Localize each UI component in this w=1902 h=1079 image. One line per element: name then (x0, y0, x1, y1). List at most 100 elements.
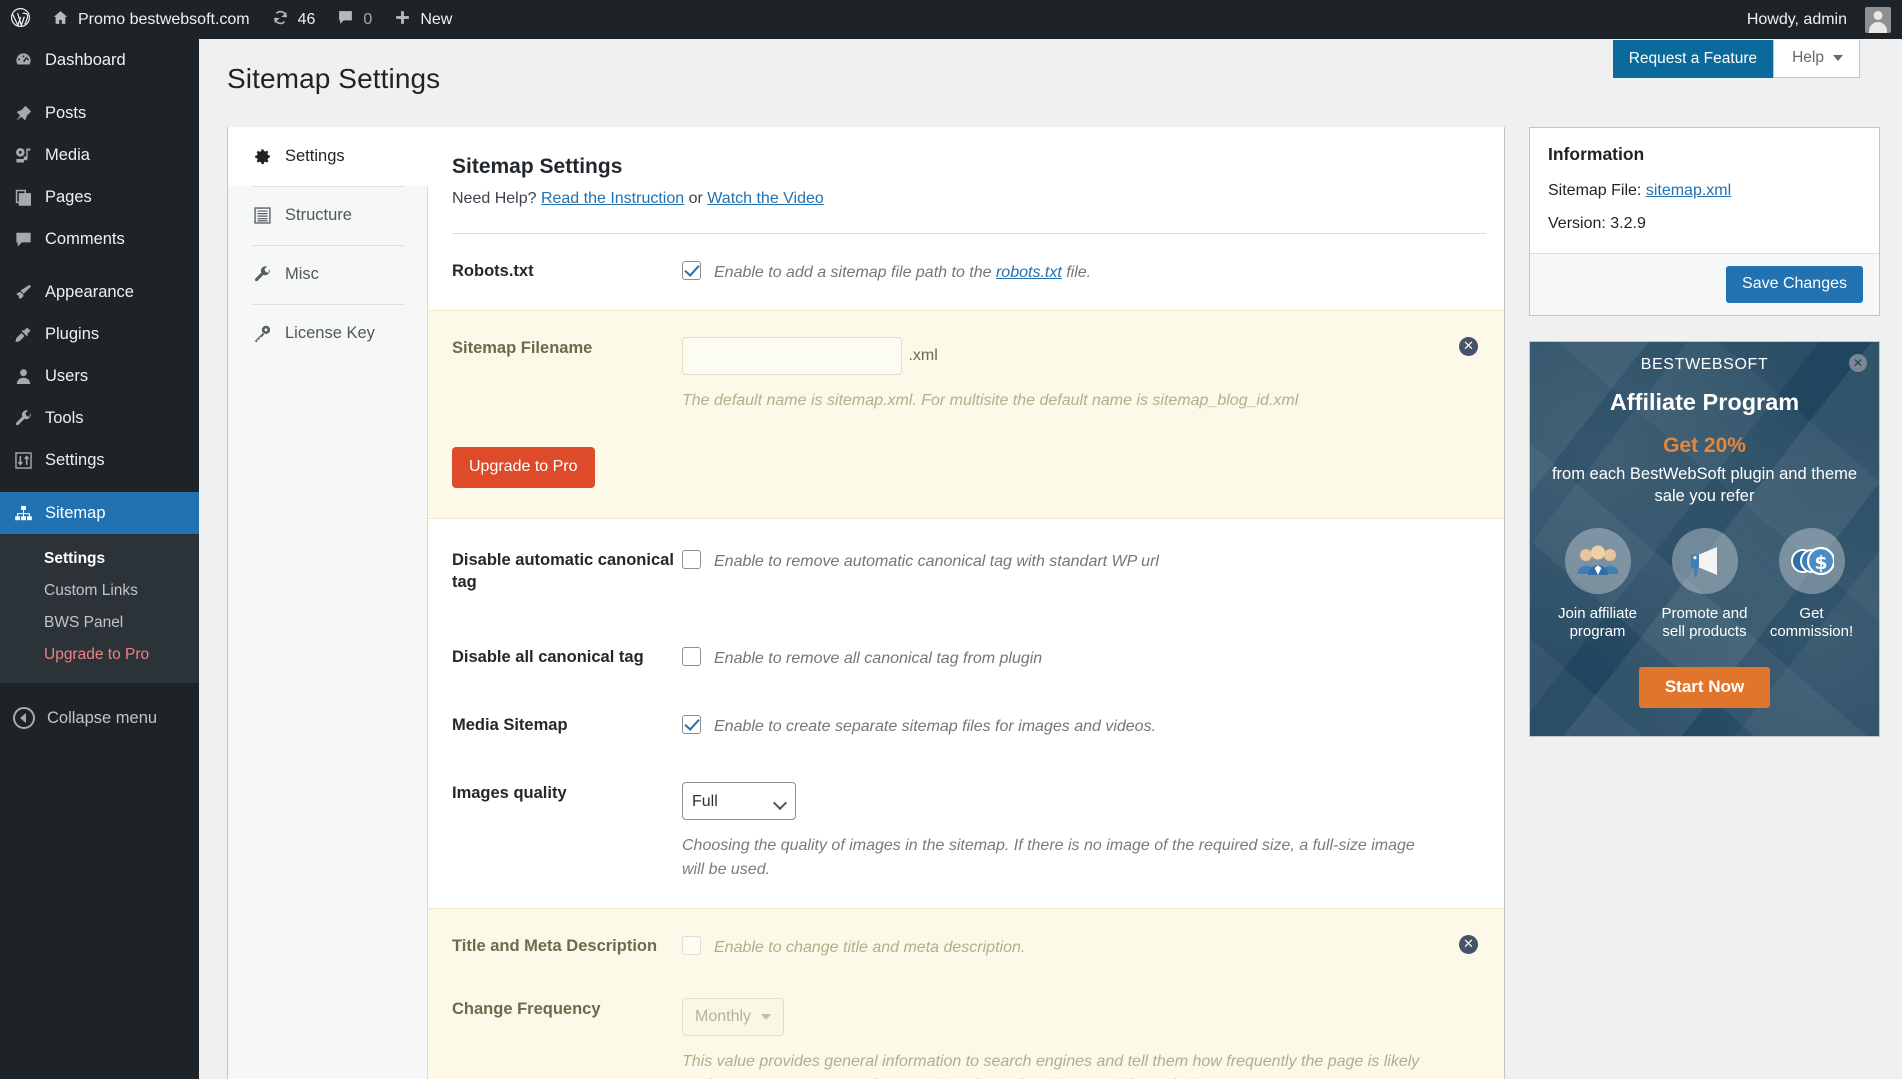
disable-auto-canonical-description: Enable to remove automatic canonical tag… (714, 549, 1159, 573)
collapse-menu-button[interactable]: Collapse menu (0, 697, 199, 739)
read-the-instruction-link[interactable]: Read the Instruction (541, 190, 684, 207)
sidebar-divider (0, 481, 199, 492)
tab-structure[interactable]: Structure (228, 186, 427, 245)
sitemap-filename-description: The default name is sitemap.xml. For mul… (682, 389, 1422, 413)
columns: Settings Structure (199, 127, 1902, 1079)
affiliate-feature: $ Get commission! (1765, 528, 1858, 642)
affiliate-title: Affiliate Program (1546, 389, 1863, 416)
plus-icon (394, 9, 411, 31)
sidebar-item-label: Tools (45, 409, 84, 428)
sidebar-divider (0, 81, 199, 92)
tab-label: Settings (285, 147, 345, 166)
change-frequency-select[interactable]: Monthly (682, 998, 784, 1036)
upgrade-to-pro-button[interactable]: Upgrade to Pro (452, 447, 595, 488)
collapse-menu-label: Collapse menu (47, 709, 157, 728)
setting-label: Images quality (452, 782, 682, 805)
setting-row-images-quality: Images quality FullLargeMediumThumbnail … (452, 760, 1486, 908)
affiliate-get-percent: Get 20% (1546, 434, 1863, 458)
sidebar-item-label: Media (45, 146, 90, 165)
setting-field: FullLargeMediumThumbnail Choosing the qu… (682, 782, 1486, 882)
howdy-menu[interactable]: Howdy, admin (1736, 0, 1902, 39)
affiliate-feature: Promote and sell products (1658, 528, 1751, 642)
disable-all-canonical-checkbox[interactable] (682, 647, 701, 666)
megaphone-icon (1672, 528, 1738, 594)
information-box-body: Information Sitemap File: sitemap.xml Ve… (1530, 128, 1879, 253)
wrench-icon (252, 264, 273, 285)
sidebar-item-appearance[interactable]: Appearance (0, 271, 199, 313)
submenu-item-upgrade-to-pro[interactable]: Upgrade to Pro (0, 639, 199, 671)
change-frequency-value: Monthly (695, 1008, 751, 1026)
sidebar-item-posts[interactable]: Posts (0, 92, 199, 134)
site-name-button[interactable]: Promo bestwebsoft.com (41, 0, 261, 39)
media-sitemap-description: Enable to create separate sitemap files … (714, 714, 1156, 738)
watch-the-video-link[interactable]: Watch the Video (707, 190, 824, 207)
title-meta-checkbox[interactable] (682, 936, 701, 955)
information-box: Information Sitemap File: sitemap.xml Ve… (1529, 127, 1880, 316)
wordpress-logo-button[interactable] (0, 0, 41, 39)
close-icon[interactable]: ✕ (1849, 354, 1867, 372)
tab-license-key[interactable]: License Key (228, 304, 427, 363)
sidebar-item-label: Settings (45, 451, 105, 470)
submenu-item-settings[interactable]: Settings (0, 543, 199, 575)
disable-auto-canonical-checkbox[interactable] (682, 550, 701, 569)
need-help-or: or (684, 190, 707, 207)
new-content-button[interactable]: New (383, 0, 463, 39)
sidebar-item-sitemap[interactable]: Sitemap (0, 492, 199, 534)
tab-panel-settings: Sitemap Settings Need Help? Read the Ins… (428, 127, 1504, 1079)
start-now-button[interactable]: Start Now (1639, 667, 1770, 708)
save-changes-button[interactable]: Save Changes (1726, 266, 1863, 303)
updates-button[interactable]: 46 (261, 0, 327, 39)
submenu-item-bws-panel[interactable]: BWS Panel (0, 607, 199, 639)
setting-row-media-sitemap: Media Sitemap Enable to create separate … (452, 692, 1486, 760)
sidebar-item-tools[interactable]: Tools (0, 397, 199, 439)
title-meta-description: Enable to change title and meta descript… (714, 935, 1025, 959)
setting-row-disable-auto-canonical: Disable automatic canonical tag Enable t… (452, 519, 1486, 624)
media-sitemap-checkbox[interactable] (682, 715, 701, 734)
robots-text-after: file. (1062, 264, 1091, 281)
sitemap-xml-link[interactable]: sitemap.xml (1646, 182, 1731, 199)
request-a-feature-button[interactable]: Request a Feature (1613, 40, 1773, 78)
comments-button[interactable]: 0 (326, 0, 383, 39)
sidebar-item-label: Users (45, 367, 88, 386)
sidebar-item-settings[interactable]: Settings (0, 439, 199, 481)
sitemap-submenu: Settings Custom Links BWS Panel Upgrade … (0, 534, 199, 683)
sidebar-item-users[interactable]: Users (0, 355, 199, 397)
submenu-item-custom-links[interactable]: Custom Links (0, 575, 199, 607)
sitemap-filename-input[interactable] (682, 337, 902, 375)
sidebar-item-media[interactable]: Media (0, 134, 199, 176)
affiliate-subtitle: from each BestWebSoft plugin and theme s… (1546, 464, 1863, 508)
setting-field: .xml The default name is sitemap.xml. Fo… (682, 337, 1486, 413)
robots-txt-link[interactable]: robots.txt (996, 264, 1062, 281)
updates-count: 46 (298, 11, 316, 29)
version-value: 3.2.9 (1610, 215, 1646, 232)
sidebar-item-label: Appearance (45, 283, 134, 302)
sidebar-item-comments[interactable]: Comments (0, 218, 199, 260)
version-label: Version: (1548, 215, 1610, 232)
setting-field: Enable to change title and meta descript… (682, 935, 1486, 959)
information-box-footer: Save Changes (1530, 253, 1879, 315)
setting-row-title-meta: Title and Meta Description Enable to cha… (452, 909, 1486, 979)
robots-txt-checkbox[interactable] (682, 261, 701, 280)
images-quality-select[interactable]: FullLargeMediumThumbnail (682, 782, 796, 820)
chevron-down-icon (1833, 55, 1843, 61)
help-label: Help (1792, 48, 1824, 68)
site-name-label: Promo bestwebsoft.com (78, 11, 250, 29)
tab-label: Misc (285, 265, 319, 284)
sidebar-item-pages[interactable]: Pages (0, 176, 199, 218)
tab-label: License Key (285, 324, 375, 343)
updates-icon (272, 9, 289, 31)
gear-icon (252, 146, 273, 167)
affiliate-banner[interactable]: ✕ BESTWEBSOFT Affiliate Program Get 20% … (1529, 341, 1880, 737)
tab-misc[interactable]: Misc (228, 245, 427, 304)
help-button[interactable]: Help (1773, 40, 1860, 78)
new-label: New (420, 11, 452, 29)
panel-title: Sitemap Settings (452, 155, 1486, 179)
disable-all-canonical-description: Enable to remove all canonical tag from … (714, 646, 1042, 670)
setting-field: Monthly This value provides general info… (682, 998, 1486, 1079)
sidebar-item-dashboard[interactable]: Dashboard (0, 39, 199, 81)
tab-settings[interactable]: Settings (228, 127, 428, 186)
sidebar-item-plugins[interactable]: Plugins (0, 313, 199, 355)
tab-list: Settings Structure (228, 127, 428, 1079)
affiliate-feature-caption: Get commission! (1765, 605, 1858, 642)
setting-row-robots-txt: Robots.txt Enable to add a sitemap file … (452, 234, 1486, 310)
